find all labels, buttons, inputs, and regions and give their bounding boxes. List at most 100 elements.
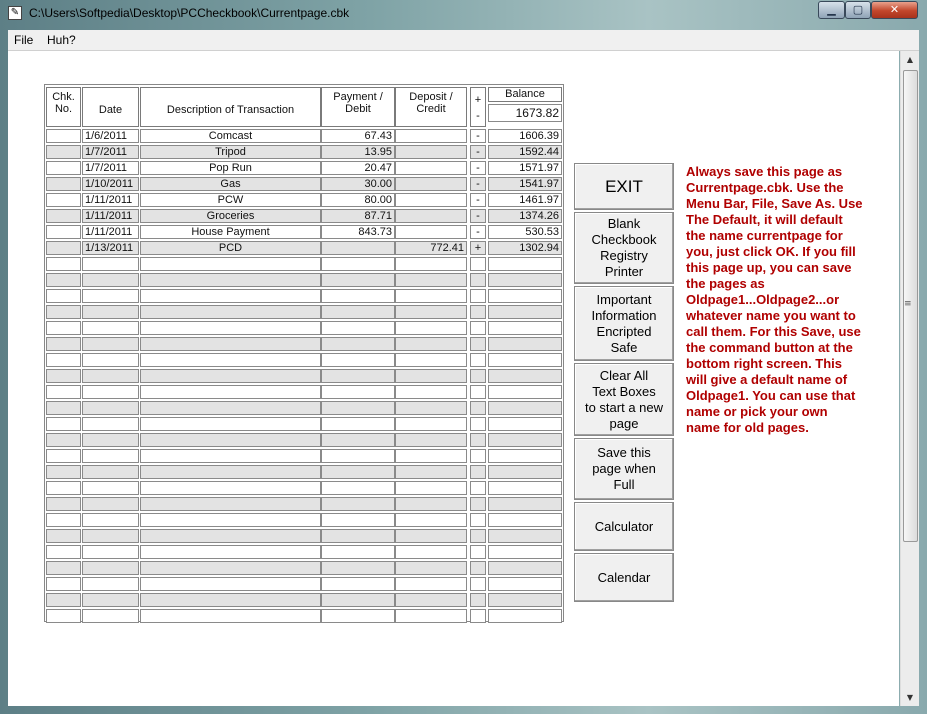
cell-date[interactable]: 1/11/2011 <box>82 225 139 239</box>
cell-date[interactable] <box>82 561 139 575</box>
cell-chk[interactable] <box>46 145 81 159</box>
cell-payment[interactable] <box>321 273 395 287</box>
cell-sign[interactable] <box>470 609 486 623</box>
cell-balance[interactable] <box>488 481 562 495</box>
cell-date[interactable]: 1/6/2011 <box>82 129 139 143</box>
cell-deposit[interactable] <box>395 193 467 207</box>
cell-sign[interactable] <box>470 513 486 527</box>
cell-balance[interactable] <box>488 609 562 623</box>
cell-chk[interactable] <box>46 193 81 207</box>
cell-desc[interactable]: PCW <box>140 193 321 207</box>
cell-desc[interactable] <box>140 465 321 479</box>
cell-balance[interactable] <box>488 513 562 527</box>
cell-balance[interactable] <box>488 561 562 575</box>
cell-sign[interactable] <box>470 529 486 543</box>
cell-desc[interactable] <box>140 401 321 415</box>
cell-balance[interactable]: 1571.97 <box>488 161 562 175</box>
cell-deposit[interactable] <box>395 577 467 591</box>
vertical-scrollbar[interactable]: ▲ ≡ ▼ <box>900 51 919 706</box>
cell-sign[interactable]: - <box>470 129 486 143</box>
cell-desc[interactable] <box>140 305 321 319</box>
cell-payment[interactable] <box>321 465 395 479</box>
cell-sign[interactable] <box>470 545 486 559</box>
cell-sign[interactable] <box>470 577 486 591</box>
cell-desc[interactable] <box>140 353 321 367</box>
cell-desc[interactable] <box>140 289 321 303</box>
cell-deposit[interactable] <box>395 257 467 271</box>
cell-desc[interactable] <box>140 529 321 543</box>
cell-date[interactable] <box>82 385 139 399</box>
cell-chk[interactable] <box>46 289 81 303</box>
cell-chk[interactable] <box>46 273 81 287</box>
title-bar[interactable]: ✎ C:\Users\Softpedia\Desktop\PCCheckbook… <box>0 0 927 28</box>
cell-payment[interactable] <box>321 577 395 591</box>
cell-balance[interactable] <box>488 385 562 399</box>
cell-date[interactable] <box>82 481 139 495</box>
cell-desc[interactable]: Comcast <box>140 129 321 143</box>
cell-payment[interactable] <box>321 513 395 527</box>
cell-sign[interactable] <box>470 337 486 351</box>
cell-sign[interactable] <box>470 369 486 383</box>
cell-date[interactable] <box>82 353 139 367</box>
clear-all-button[interactable]: Clear All Text Boxes to start a new page <box>574 363 674 436</box>
cell-date[interactable] <box>82 433 139 447</box>
cell-balance[interactable] <box>488 353 562 367</box>
cell-payment[interactable]: 80.00 <box>321 193 395 207</box>
cell-date[interactable] <box>82 289 139 303</box>
calculator-button[interactable]: Calculator <box>574 502 674 551</box>
app-icon[interactable]: ✎ <box>8 6 22 20</box>
cell-date[interactable] <box>82 401 139 415</box>
cell-desc[interactable] <box>140 433 321 447</box>
cell-payment[interactable]: 20.47 <box>321 161 395 175</box>
cell-payment[interactable] <box>321 545 395 559</box>
cell-chk[interactable] <box>46 401 81 415</box>
cell-balance[interactable] <box>488 273 562 287</box>
cell-payment[interactable] <box>321 401 395 415</box>
cell-chk[interactable] <box>46 129 81 143</box>
cell-payment[interactable] <box>321 353 395 367</box>
cell-payment[interactable]: 13.95 <box>321 145 395 159</box>
cell-payment[interactable] <box>321 449 395 463</box>
cell-sign[interactable]: - <box>470 225 486 239</box>
cell-deposit[interactable]: 772.41 <box>395 241 467 255</box>
cell-deposit[interactable] <box>395 209 467 223</box>
cell-sign[interactable] <box>470 305 486 319</box>
cell-deposit[interactable] <box>395 449 467 463</box>
cell-date[interactable] <box>82 449 139 463</box>
cell-payment[interactable]: 843.73 <box>321 225 395 239</box>
cell-chk[interactable] <box>46 337 81 351</box>
cell-desc[interactable] <box>140 337 321 351</box>
cell-date[interactable]: 1/7/2011 <box>82 145 139 159</box>
cell-sign[interactable] <box>470 561 486 575</box>
starting-balance-field[interactable]: 1673.82 <box>488 104 562 122</box>
cell-chk[interactable] <box>46 481 81 495</box>
cell-balance[interactable]: 1302.94 <box>488 241 562 255</box>
scroll-down-arrow-icon[interactable]: ▼ <box>901 689 919 706</box>
cell-date[interactable]: 1/11/2011 <box>82 193 139 207</box>
cell-balance[interactable] <box>488 433 562 447</box>
cell-desc[interactable]: Groceries <box>140 209 321 223</box>
cell-balance[interactable] <box>488 369 562 383</box>
cell-date[interactable]: 1/13/2011 <box>82 241 139 255</box>
cell-desc[interactable] <box>140 497 321 511</box>
cell-chk[interactable] <box>46 161 81 175</box>
cell-chk[interactable] <box>46 433 81 447</box>
cell-desc[interactable]: Tripod <box>140 145 321 159</box>
cell-payment[interactable] <box>321 593 395 607</box>
cell-sign[interactable] <box>470 497 486 511</box>
cell-sign[interactable] <box>470 417 486 431</box>
cell-date[interactable] <box>82 577 139 591</box>
cell-chk[interactable] <box>46 609 81 623</box>
cell-chk[interactable] <box>46 417 81 431</box>
cell-deposit[interactable] <box>395 305 467 319</box>
cell-desc[interactable] <box>140 513 321 527</box>
cell-deposit[interactable] <box>395 289 467 303</box>
blank-registry-printer-button[interactable]: Blank Checkbook Registry Printer <box>574 212 674 284</box>
cell-sign[interactable] <box>470 289 486 303</box>
cell-date[interactable]: 1/11/2011 <box>82 209 139 223</box>
maximize-button[interactable]: ▢ <box>845 1 871 19</box>
cell-sign[interactable] <box>470 433 486 447</box>
cell-chk[interactable] <box>46 545 81 559</box>
cell-deposit[interactable] <box>395 401 467 415</box>
cell-balance[interactable] <box>488 465 562 479</box>
